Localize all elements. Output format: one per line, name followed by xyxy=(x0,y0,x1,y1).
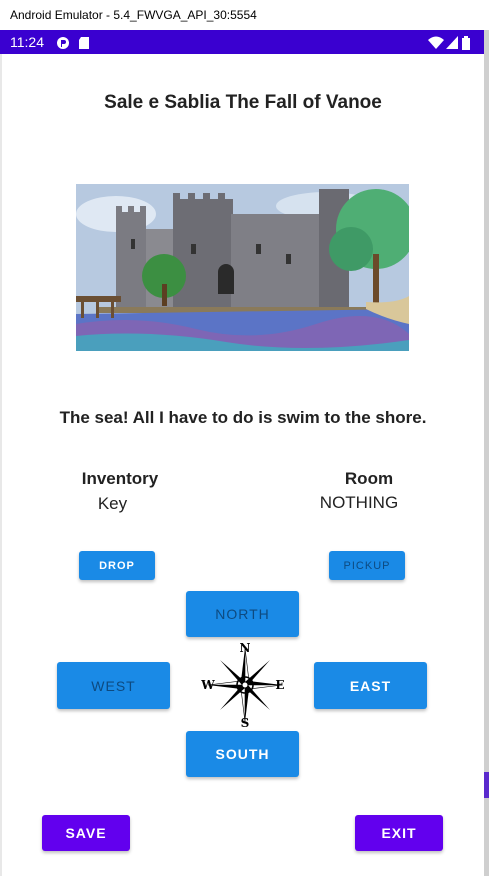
pickup-button[interactable]: PICKUP xyxy=(329,551,405,580)
sd-card-icon xyxy=(79,37,89,49)
compass-s: S xyxy=(241,716,250,730)
exit-button[interactable]: EXIT xyxy=(355,815,443,851)
room-label: Room xyxy=(344,469,394,488)
compass-w: W xyxy=(200,678,215,692)
west-button[interactable]: WEST xyxy=(57,662,170,709)
status-bar: 11:24 xyxy=(0,30,484,54)
south-button[interactable]: SOUTH xyxy=(186,731,299,777)
app-notification-icon xyxy=(57,37,69,49)
game-message: The sea! All I have to do is swim to the… xyxy=(59,408,427,427)
north-button[interactable]: NORTH xyxy=(186,591,299,637)
drop-button[interactable]: DROP xyxy=(79,551,155,580)
save-button[interactable]: SAVE xyxy=(42,815,130,851)
inventory-label: Inventory xyxy=(81,469,159,488)
window-frame-right xyxy=(484,30,489,876)
status-time: 11:24 xyxy=(10,34,44,50)
background-app-edge xyxy=(484,772,489,798)
game-title: Sale e Sablia The Fall of Vanoe xyxy=(104,92,382,113)
emulator-title-bar: Android Emulator - 5.4_FWVGA_API_30:5554 xyxy=(0,0,489,30)
compass-n: N xyxy=(240,641,251,655)
emulator-title: Android Emulator - 5.4_FWVGA_API_30:5554 xyxy=(10,8,257,22)
compass-e: E xyxy=(275,678,284,692)
inventory-value: Key xyxy=(97,494,128,513)
window-frame-left xyxy=(0,54,2,876)
signal-icon xyxy=(446,36,458,49)
compass-rose-icon: N S W E xyxy=(200,641,284,730)
east-button[interactable]: EAST xyxy=(314,662,427,709)
battery-icon xyxy=(462,36,470,50)
castle-scene-image xyxy=(76,184,409,351)
room-value: NOTHING xyxy=(319,493,399,512)
wifi-icon xyxy=(428,36,444,49)
